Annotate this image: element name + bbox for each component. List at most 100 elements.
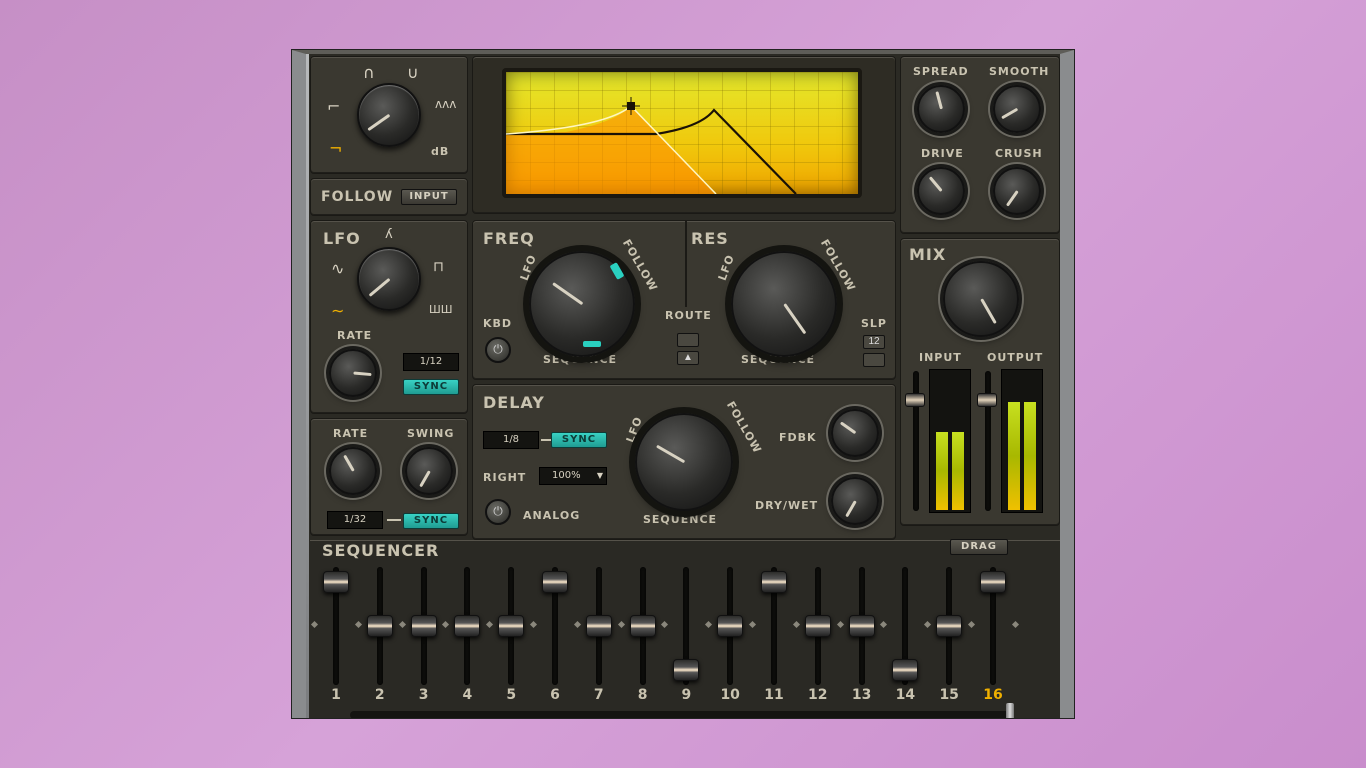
delay-right-select[interactable]: 100% ▼: [539, 467, 607, 485]
step-5-number[interactable]: 5: [496, 687, 526, 703]
step-6-number[interactable]: 6: [540, 687, 570, 703]
step-2-slider[interactable]: [366, 615, 393, 637]
step-16-number[interactable]: 16: [978, 687, 1008, 703]
step-11-slider[interactable]: [761, 571, 787, 593]
step-1-center-mark: [310, 620, 319, 629]
step-9-slider[interactable]: [673, 659, 700, 681]
delay-panel: DELAY 1/8 SYNC RIGHT 100% ▼ ⏻ ANALOG LFO…: [472, 384, 896, 540]
lfo-shape-knob[interactable]: [357, 247, 421, 311]
notch-icon[interactable]: ∪: [407, 63, 419, 82]
delay-time-knob[interactable]: [635, 413, 733, 511]
mix-knob[interactable]: [943, 261, 1019, 337]
drywet-knob[interactable]: [831, 477, 879, 525]
crush-knob[interactable]: [993, 167, 1041, 215]
route-toggle[interactable]: [677, 333, 699, 347]
step-12-slider[interactable]: [804, 615, 831, 637]
slp-value[interactable]: 12: [863, 335, 885, 349]
step-6-slider[interactable]: [542, 571, 568, 593]
step-10-number[interactable]: 10: [715, 687, 745, 703]
step-5-center-mark: [486, 620, 494, 629]
seq-rate-field[interactable]: 1/32: [327, 511, 383, 529]
filter-type-panel: ∩ ∪ ⌐ ʌʌʌ ¬ dB: [310, 56, 468, 174]
step-4-number[interactable]: 4: [452, 687, 482, 703]
lowpass-icon[interactable]: ¬: [329, 139, 342, 158]
spread-knob[interactable]: [917, 85, 965, 133]
step-8-slider[interactable]: [629, 615, 656, 637]
filter-type-knob[interactable]: [357, 83, 421, 147]
delay-right-label: RIGHT: [483, 471, 527, 484]
sequencer-title: SEQUENCER: [322, 541, 440, 560]
lfo-rate-knob[interactable]: [329, 349, 377, 397]
highpass-icon[interactable]: ⌐: [327, 97, 340, 116]
step-8-number[interactable]: 8: [628, 687, 658, 703]
db-label: dB: [431, 145, 450, 158]
step-7-number[interactable]: 7: [584, 687, 614, 703]
step-15-number[interactable]: 15: [934, 687, 964, 703]
saw-wave-icon[interactable]: ʎ: [385, 227, 393, 242]
lfo-rate-field[interactable]: 1/12: [403, 353, 459, 371]
drag-button[interactable]: DRAG: [950, 539, 1008, 555]
smooth-label: SMOOTH: [989, 65, 1050, 78]
kbd-power-button[interactable]: ⏻: [485, 337, 511, 363]
step-3-number[interactable]: 3: [409, 687, 439, 703]
analog-power-button[interactable]: ⏻: [485, 499, 511, 525]
res-lfo-label: LFO: [715, 252, 738, 283]
mix-title: MIX: [909, 245, 947, 264]
step-15-center-mark: [924, 620, 932, 629]
smooth-knob[interactable]: [993, 85, 1041, 133]
step-7-center-mark: [573, 620, 581, 629]
triangle-wave-icon[interactable]: ∼: [331, 301, 344, 320]
sine-wave-icon[interactable]: ∿: [331, 259, 344, 278]
delay-sync-button[interactable]: SYNC: [551, 432, 607, 448]
step-15-slider[interactable]: [936, 615, 963, 637]
step-16-center-mark: [967, 620, 976, 629]
lfo-panel: LFO ʎ ∿ ⊓ ∼ ШШ RATE 1/12 SYNC: [310, 220, 468, 414]
freq-res-panel: FREQ LFO FOLLOW SEQUENCE KBD ⏻ RES LFO F…: [472, 220, 896, 380]
seq-sync-button[interactable]: SYNC: [403, 513, 459, 529]
step-9-center-mark: [661, 620, 669, 629]
comb-icon[interactable]: ʌʌʌ: [435, 97, 456, 111]
lfo-sync-button[interactable]: SYNC: [403, 379, 459, 395]
step-5-slider[interactable]: [498, 615, 525, 637]
step-2-number[interactable]: 2: [365, 687, 395, 703]
square-wave-icon[interactable]: ⊓: [433, 259, 444, 275]
sequencer-scroll-handle[interactable]: [1006, 703, 1014, 718]
crush-label: CRUSH: [995, 147, 1043, 160]
step-1-number[interactable]: 1: [321, 687, 351, 703]
step-3-slider[interactable]: [410, 615, 437, 637]
step-10-slider[interactable]: [717, 615, 744, 637]
follow-label: FOLLOW: [321, 189, 394, 205]
step-16-slider[interactable]: [980, 571, 1006, 593]
seq-swing-knob[interactable]: [405, 447, 453, 495]
step-14-number[interactable]: 14: [890, 687, 920, 703]
random-wave-icon[interactable]: ШШ: [429, 303, 453, 316]
input-gain-slider[interactable]: [905, 393, 925, 407]
route-arrow-button[interactable]: ▲: [677, 351, 699, 365]
seq-rate-knob[interactable]: [329, 447, 377, 495]
step-3-center-mark: [398, 620, 406, 629]
bandpass-icon[interactable]: ∩: [363, 63, 375, 82]
fdbk-knob[interactable]: [831, 409, 879, 457]
step-8-center-mark: [617, 620, 625, 629]
step-1-slider[interactable]: [323, 571, 349, 593]
step-4-slider[interactable]: [454, 615, 481, 637]
filter-response-display[interactable]: [502, 68, 862, 198]
delay-time-field[interactable]: 1/8: [483, 431, 539, 449]
step-9-number[interactable]: 9: [671, 687, 701, 703]
step-7-slider[interactable]: [585, 615, 612, 637]
drive-knob[interactable]: [917, 167, 965, 215]
step-14-slider[interactable]: [892, 659, 919, 681]
step-11-number[interactable]: 11: [759, 687, 789, 703]
output-gain-track: [985, 371, 991, 511]
freq-title: FREQ: [483, 229, 535, 248]
slp-toggle[interactable]: [863, 353, 885, 367]
sequencer-scroll-track[interactable]: [350, 711, 1010, 718]
step-13-number[interactable]: 13: [847, 687, 877, 703]
delay-sequence-label: SEQUENCE: [643, 513, 718, 526]
output-gain-slider[interactable]: [977, 393, 997, 407]
delay-right-value: 100%: [552, 470, 581, 481]
input-button[interactable]: INPUT: [401, 189, 457, 205]
step-12-number[interactable]: 12: [803, 687, 833, 703]
res-knob[interactable]: [731, 251, 837, 357]
step-13-slider[interactable]: [848, 615, 875, 637]
